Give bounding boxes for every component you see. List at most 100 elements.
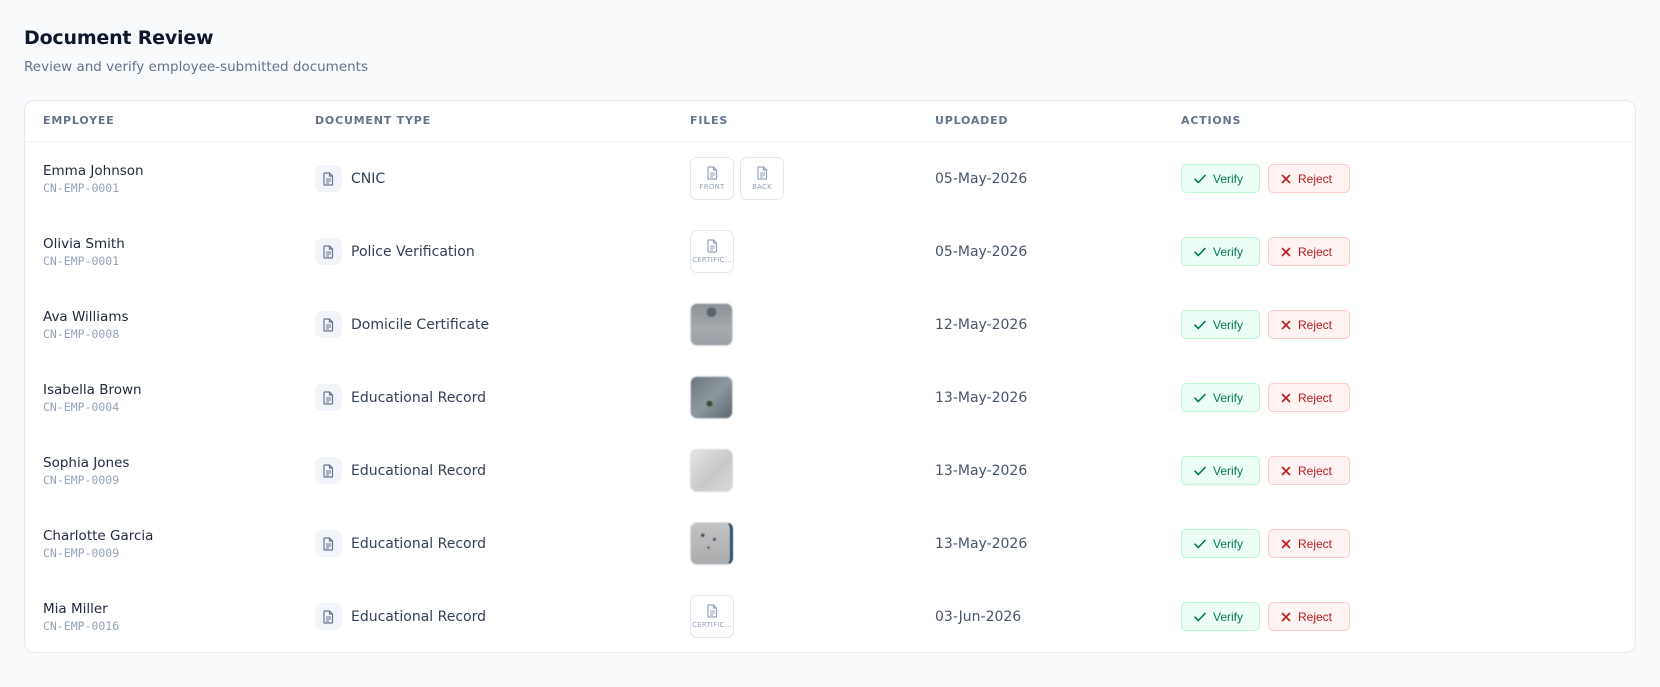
file-attachment[interactable]: BACK [740,157,784,200]
uploaded-cell: 13-May-2026 [935,361,1027,434]
verify-button[interactable]: Verify [1181,310,1260,339]
column-header-document-type: DOCUMENT TYPE [315,114,431,127]
verify-label: Verify [1213,317,1244,332]
table-header: EMPLOYEE DOCUMENT TYPE FILES UPLOADED AC… [25,101,1635,142]
verify-button[interactable]: Verify [1181,602,1260,631]
file-caption: BACK [752,183,772,191]
uploaded-cell: 13-May-2026 [935,434,1027,507]
uploaded-date: 05-May-2026 [935,243,1028,260]
document-type-label: Educational Record [351,535,486,552]
document-icon [706,239,717,253]
verify-label: Verify [1213,536,1244,551]
table-body: Emma Johnson CN-EMP-0001 CNIC FRONT BACK … [25,142,1635,653]
table-row: Emma Johnson CN-EMP-0001 CNIC FRONT BACK … [25,142,1635,215]
document-type-cell: Educational Record [315,361,486,434]
x-icon [1281,539,1291,548]
uploaded-cell: 12-May-2026 [935,288,1027,361]
actions-cell: Verify Reject [1181,142,1358,215]
employee-id: CN-EMP-0009 [43,545,120,560]
uploaded-cell: 03-Jun-2026 [935,580,1021,653]
file-thumbnail[interactable] [690,303,733,346]
document-icon [315,384,342,411]
files-cell [690,434,733,507]
reject-label: Reject [1298,609,1333,624]
reject-button[interactable]: Reject [1268,529,1350,558]
employee-name: Ava Williams [43,308,129,325]
file-thumbnail[interactable] [690,449,733,492]
page-title: Document Review [24,27,214,49]
document-review-page: Document Review Review and verify employ… [0,0,1660,687]
employee-id: CN-EMP-0001 [43,180,120,195]
x-icon [1281,466,1291,475]
verify-label: Verify [1213,463,1244,478]
file-attachment[interactable]: CERTIFIC... [690,230,734,273]
document-type-cell: Educational Record [315,507,486,580]
table-row: Mia Miller CN-EMP-0016 Educational Recor… [25,580,1635,653]
document-type-cell: Police Verification [315,215,475,288]
reject-button[interactable]: Reject [1268,237,1350,266]
reject-label: Reject [1298,171,1333,186]
actions-cell: Verify Reject [1181,507,1358,580]
reject-label: Reject [1298,390,1333,405]
page-subtitle: Review and verify employee-submitted doc… [24,59,369,75]
employee-info: Ava Williams CN-EMP-0008 [43,308,129,342]
verify-button[interactable]: Verify [1181,529,1260,558]
reject-button[interactable]: Reject [1268,164,1350,193]
reject-button[interactable]: Reject [1268,456,1350,485]
document-icon [315,238,342,265]
document-type-cell: Educational Record [315,580,486,653]
verify-label: Verify [1213,171,1244,186]
employee-cell: Ava Williams CN-EMP-0008 [43,288,129,361]
employee-info: Mia Miller CN-EMP-0016 [43,600,119,634]
employee-id: CN-EMP-0004 [43,399,120,414]
employee-info: Charlotte Garcia CN-EMP-0009 [43,527,153,561]
document-type-label: Police Verification [351,243,475,260]
uploaded-cell: 05-May-2026 [935,142,1027,215]
document-type-label: Educational Record [351,462,486,479]
reject-button[interactable]: Reject [1268,383,1350,412]
file-thumbnail[interactable] [690,376,733,419]
actions-cell: Verify Reject [1181,434,1358,507]
check-icon [1194,247,1206,256]
table-row: Isabella Brown CN-EMP-0004 Educational R… [25,361,1635,434]
reject-label: Reject [1298,317,1333,332]
employee-id: CN-EMP-0016 [43,618,120,633]
uploaded-date: 03-Jun-2026 [935,608,1022,625]
document-type-label: CNIC [351,170,386,187]
verify-button[interactable]: Verify [1181,164,1260,193]
document-icon [315,457,342,484]
file-thumbnail[interactable] [690,522,733,565]
verify-label: Verify [1213,244,1244,259]
files-cell: FRONT BACK [690,142,790,215]
document-icon [315,311,342,338]
verify-button[interactable]: Verify [1181,383,1260,412]
employee-cell: Isabella Brown CN-EMP-0004 [43,361,142,434]
uploaded-date: 13-May-2026 [935,462,1028,479]
document-type-label: Educational Record [351,608,486,625]
employee-info: Emma Johnson CN-EMP-0001 [43,162,144,196]
employee-info: Sophia Jones CN-EMP-0009 [43,454,129,488]
file-attachment[interactable]: FRONT [690,157,734,200]
employee-name: Olivia Smith [43,235,125,252]
verify-label: Verify [1213,390,1244,405]
document-type-cell: Domicile Certificate [315,288,489,361]
reject-label: Reject [1298,536,1333,551]
verify-button[interactable]: Verify [1181,237,1260,266]
uploaded-date: 13-May-2026 [935,389,1028,406]
table-row: Ava Williams CN-EMP-0008 Domicile Certif… [25,288,1635,361]
employee-cell: Emma Johnson CN-EMP-0001 [43,142,144,215]
verify-label: Verify [1213,609,1244,624]
file-caption: CERTIFIC... [692,621,732,629]
table-row: Sophia Jones CN-EMP-0009 Educational Rec… [25,434,1635,507]
file-attachment[interactable]: CERTIFIC... [690,595,734,638]
document-type-cell: Educational Record [315,434,486,507]
employee-id: CN-EMP-0009 [43,472,120,487]
reject-button[interactable]: Reject [1268,310,1350,339]
verify-button[interactable]: Verify [1181,456,1260,485]
actions-cell: Verify Reject [1181,361,1358,434]
reject-button[interactable]: Reject [1268,602,1350,631]
employee-cell: Mia Miller CN-EMP-0016 [43,580,119,653]
document-icon [706,166,717,180]
check-icon [1194,539,1206,548]
files-cell [690,361,733,434]
